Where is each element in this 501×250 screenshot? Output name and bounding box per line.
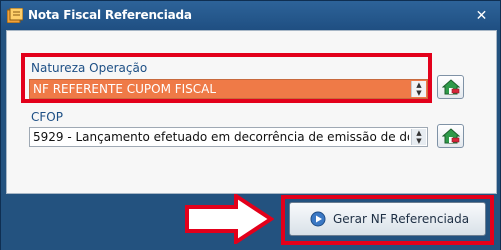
title-bar: Nota Fiscal Referenciada ✕ bbox=[1, 1, 500, 30]
cfop-value: 5929 - Lançamento efetuado em decorrênci… bbox=[33, 130, 409, 144]
close-button[interactable]: ✕ bbox=[470, 6, 493, 25]
cfop-select[interactable]: 5929 - Lançamento efetuado em decorrênci… bbox=[29, 127, 428, 147]
house-icon bbox=[442, 79, 460, 95]
cfop-spinner[interactable]: ▲ ▼ bbox=[411, 129, 426, 145]
natureza-lookup-button[interactable] bbox=[437, 75, 464, 99]
chevron-up-icon: ▲ bbox=[416, 129, 422, 137]
close-icon: ✕ bbox=[475, 7, 488, 24]
cfop-lookup-button[interactable] bbox=[437, 124, 464, 148]
window-title: Nota Fiscal Referenciada bbox=[28, 8, 192, 22]
dialog-window: Nota Fiscal Referenciada ✕ Natureza Oper… bbox=[0, 0, 501, 250]
chevron-down-icon: ▼ bbox=[416, 137, 422, 145]
app-icon bbox=[7, 8, 23, 23]
right-arrow-icon bbox=[185, 194, 274, 244]
natureza-highlight bbox=[21, 53, 432, 103]
generate-highlight bbox=[281, 195, 494, 245]
house-icon bbox=[442, 128, 460, 144]
cfop-label: CFOP bbox=[31, 110, 63, 124]
